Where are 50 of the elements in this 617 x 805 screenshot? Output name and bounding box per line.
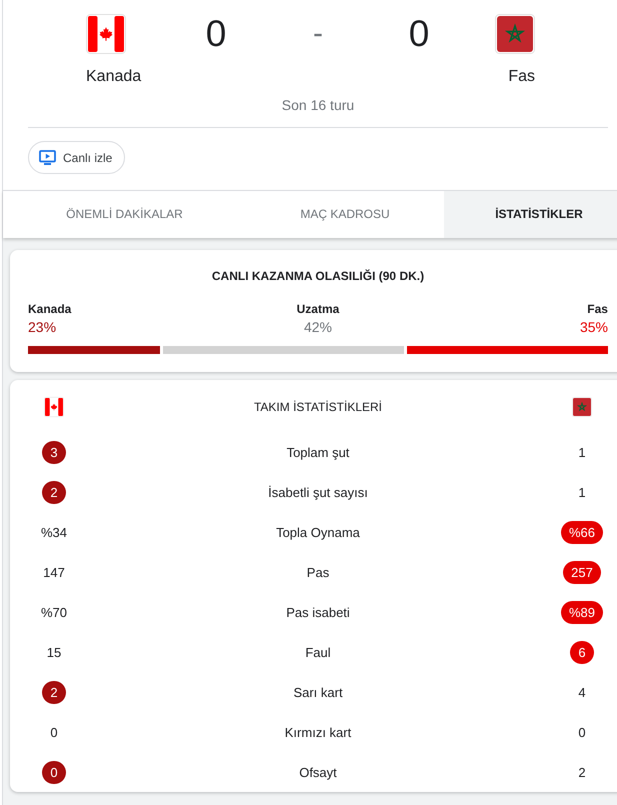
maple-leaf-flag-icon — [44, 397, 64, 417]
stat-label: Sarı kart — [293, 684, 343, 700]
stat-value: 0 — [50, 724, 58, 740]
stat-value: 0 — [578, 724, 586, 740]
tv-play-icon — [39, 150, 56, 165]
stat-badge: 6 — [570, 640, 594, 664]
stats-title: TAKIM İSTATİSTİKLERİ — [254, 400, 382, 414]
stat-badge: 0 — [42, 760, 66, 784]
outcome-value: 23% — [28, 318, 56, 336]
stat-value: %34 — [40, 524, 68, 540]
stat-badge: 2 — [42, 480, 66, 504]
stat-label: Topla Oynama — [276, 524, 360, 540]
stat-label: Pas — [306, 564, 330, 580]
match-stage: Son 16 turu — [282, 96, 354, 115]
team-name: Kanada — [86, 67, 142, 87]
card-title: CANLI KAZANMA OLASILIĞI (90 DK.) — [210, 268, 426, 285]
stat-value: %70 — [40, 604, 68, 620]
stat-badge: 3 — [42, 440, 66, 464]
stat-badge: %89 — [560, 600, 604, 624]
stat-label: Kırmızı kart — [284, 724, 352, 740]
stat-badge: %66 — [560, 520, 604, 544]
stat-label: Faul — [305, 644, 331, 660]
score-separator: - — [313, 16, 323, 52]
stat-value: 1 — [578, 444, 586, 460]
stat-label: Ofsayt — [299, 764, 337, 780]
stat-value: 15 — [46, 644, 62, 660]
outcome-label: Fas — [587, 301, 608, 318]
team-name: Fas — [508, 67, 535, 87]
tab[interactable]: ÖNEMLİ DAKİKALAR — [3, 191, 246, 238]
stat-label: Toplam şut — [286, 444, 350, 460]
maple-leaf-flag-icon — [86, 14, 126, 54]
star-flag-icon — [572, 397, 592, 417]
outcome-label: Kanada — [28, 301, 72, 318]
stat-value: 147 — [43, 564, 65, 580]
stat-badge: 2 — [42, 680, 66, 704]
star-flag-icon — [495, 14, 535, 54]
tab[interactable]: MAÇ KADROSU — [246, 191, 444, 238]
outcome-value: 42% — [304, 318, 332, 336]
watch-live-button[interactable]: Canlı izle — [28, 141, 126, 174]
tab[interactable]: İSTATİSTİKLER — [444, 191, 617, 238]
stat-label: İsabetli şut sayısı — [268, 484, 368, 500]
score-text: 0 — [206, 14, 226, 54]
stat-value: 1 — [578, 484, 586, 500]
stat-value: 2 — [578, 764, 586, 780]
score-text: 0 — [408, 14, 430, 54]
stat-badge: 257 — [563, 560, 601, 584]
outcome-value: 35% — [580, 318, 608, 336]
outcome-label: Uzatma — [296, 301, 340, 318]
stat-label: Pas isabeti — [286, 604, 350, 620]
stat-value: 4 — [578, 684, 586, 700]
